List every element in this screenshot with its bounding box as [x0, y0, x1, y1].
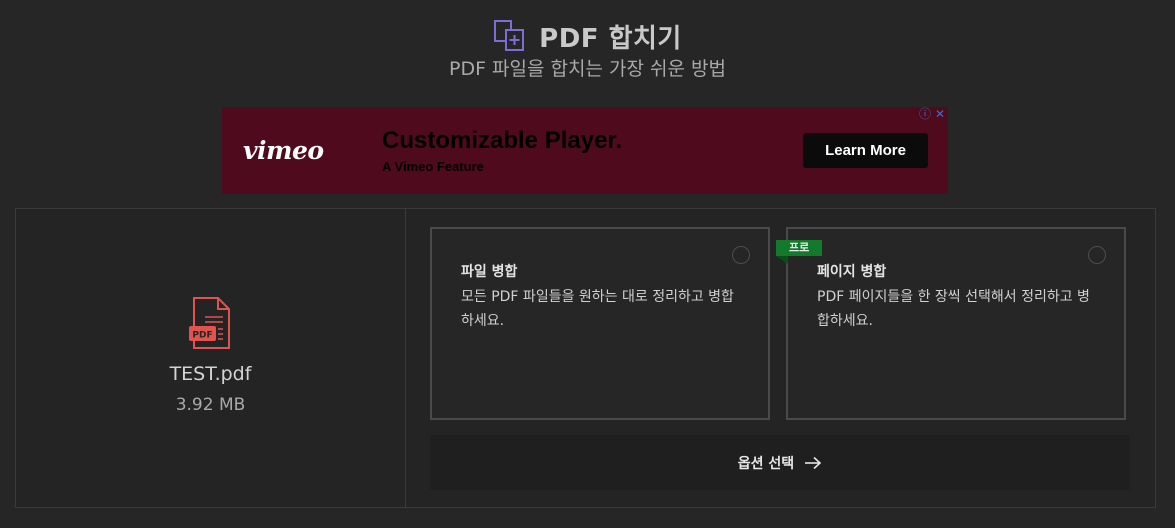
option-description: 모든 PDF 파일들을 원하는 대로 정리하고 병합하세요.: [461, 289, 734, 329]
learn-more-button[interactable]: Learn More: [803, 133, 928, 168]
option-file-merge[interactable]: 파일 병합 모든 PDF 파일들을 원하는 대로 정리하고 병합하세요.: [430, 227, 770, 420]
radio-file-merge[interactable]: [732, 246, 750, 264]
file-pane: PDF TEST.pdf 3.92 MB: [16, 209, 406, 507]
page-title: PDF 합치기: [539, 23, 682, 54]
ad-banner[interactable]: vimeo Customizable Player. A Vimeo Featu…: [222, 107, 948, 194]
merge-files-icon: [494, 20, 525, 51]
radio-page-merge[interactable]: [1088, 246, 1106, 264]
option-description: PDF 페이지들을 한 장씩 선택해서 정리하고 병합하세요.: [817, 289, 1090, 329]
ad-subheadline[interactable]: A Vimeo Feature: [382, 159, 484, 174]
option-title: 페이지 병합: [817, 264, 887, 280]
ad-close-icon[interactable]: ✕: [933, 107, 947, 121]
ad-info-icon[interactable]: ⓘ: [918, 107, 932, 121]
pdf-file-icon: PDF: [189, 297, 230, 349]
merge-panel: PDF TEST.pdf 3.92 MB 파일 병합 모든 PDF 파일들을 원…: [15, 208, 1156, 508]
option-page-merge[interactable]: 프로 페이지 병합 PDF 페이지들을 한 장씩 선택해서 정리하고 병합하세요…: [776, 227, 1126, 420]
select-option-label: 옵션 선택: [737, 455, 795, 472]
pdf-icon-label: PDF: [192, 331, 212, 341]
file-name: TEST.pdf: [169, 363, 252, 385]
ad-headline[interactable]: Customizable Player.: [382, 127, 622, 155]
vimeo-logo[interactable]: vimeo: [243, 136, 324, 165]
option-title: 파일 병합: [461, 264, 518, 280]
file-size: 3.92 MB: [175, 395, 246, 415]
select-option-button[interactable]: 옵션 선택: [430, 435, 1130, 490]
page-subtitle: PDF 파일을 합치는 가장 쉬운 방법: [449, 58, 726, 80]
pro-badge-fold: [776, 256, 788, 264]
arrow-right-icon: [805, 456, 822, 469]
pro-badge: 프로: [776, 240, 823, 256]
title-row: PDF 합치기: [0, 16, 1175, 56]
